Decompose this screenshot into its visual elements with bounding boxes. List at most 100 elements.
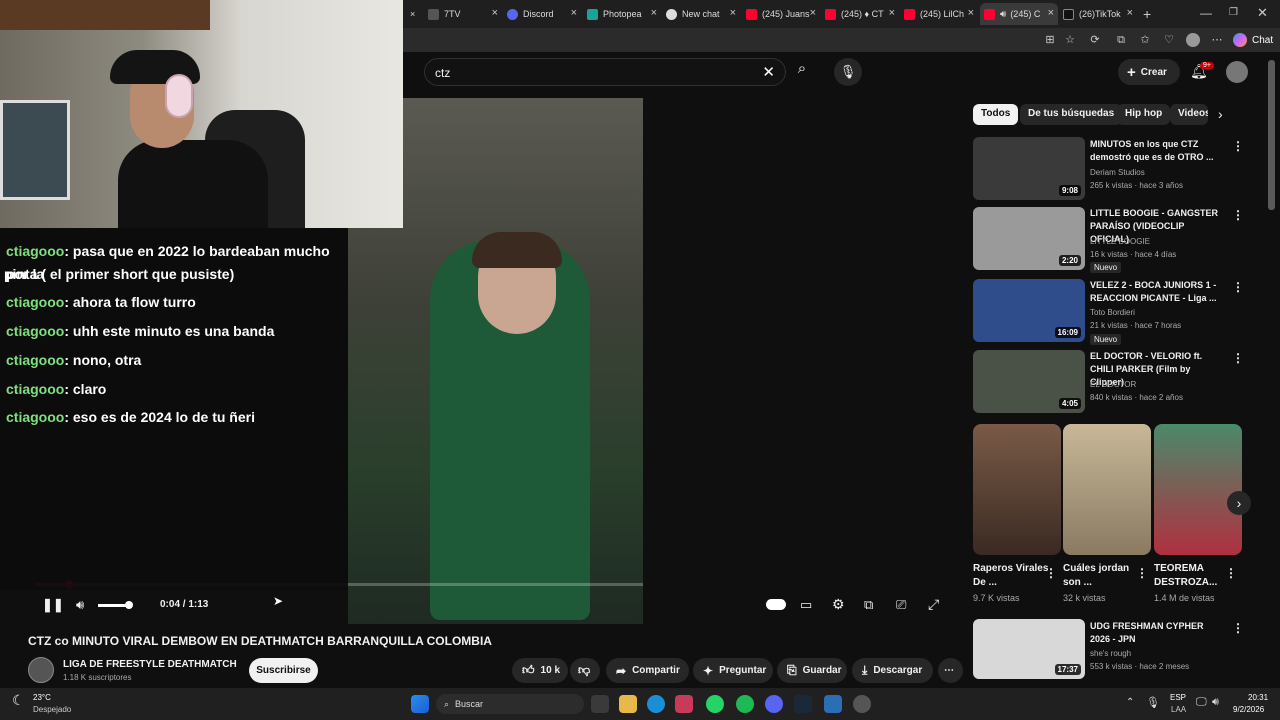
more-vert-icon[interactable]: ⋮ [1136, 566, 1148, 580]
close-icon[interactable]: × [810, 7, 816, 19]
edge-browser-icon[interactable] [647, 695, 665, 713]
chip-todos[interactable]: Todos [973, 104, 1019, 125]
fullscreen-icon[interactable]: ⤢ [928, 596, 939, 613]
maximize-icon[interactable]: ❐ [1229, 7, 1238, 18]
tab-tiktok[interactable]: (26)TikTok × [1059, 3, 1137, 25]
close-icon[interactable]: × [571, 7, 577, 19]
copilot-chat-button[interactable]: Chat [1233, 32, 1273, 48]
share-button[interactable]: ➦ Compartir [606, 658, 689, 683]
minimize-icon[interactable]: — [1200, 6, 1212, 20]
more-vert-icon[interactable]: ⋮ [1232, 621, 1244, 635]
refresh-icon[interactable]: ⟳ [1088, 33, 1102, 47]
chip-videos[interactable]: Videos [1170, 104, 1208, 125]
extensions-icon[interactable]: ⧉ [1114, 33, 1128, 47]
clock-date[interactable]: 9/2/2026 [1233, 705, 1264, 714]
network-icon[interactable]: 🖵︎ [1196, 696, 1207, 709]
account-avatar[interactable] [1226, 61, 1248, 83]
download-button[interactable]: ⤓ Descargar [852, 658, 933, 683]
miniplayer-icon[interactable]: ⧉ [864, 597, 873, 613]
short-thumbnail[interactable] [1063, 424, 1151, 555]
close-icon[interactable]: × [1127, 7, 1133, 19]
cast-icon[interactable]: ⎚ [896, 597, 906, 613]
volume-knob[interactable] [125, 601, 133, 609]
short-title[interactable]: Cuáles jordan son ... [1063, 562, 1139, 590]
close-icon[interactable]: × [730, 7, 736, 19]
tab-discord[interactable]: Discord × [503, 3, 581, 25]
short-thumbnail[interactable] [973, 424, 1061, 555]
task-view-icon[interactable] [591, 695, 609, 713]
profile-avatar[interactable] [1186, 33, 1200, 47]
volume-tray-icon[interactable]: 🔊︎ [1212, 696, 1219, 709]
ask-button[interactable]: ✦ Preguntar [693, 658, 773, 683]
rec-thumbnail[interactable]: 17:37 [973, 619, 1085, 679]
tray-chevron-up-icon[interactable]: ⌃ [1126, 697, 1134, 708]
obs-icon[interactable] [853, 695, 871, 713]
weather-icon[interactable]: ☾ [12, 692, 25, 709]
close-window-icon[interactable]: ✕ [1257, 5, 1268, 21]
rec-title[interactable]: VELEZ 2 - BOCA JUNIORS 1 - REACCION PICA… [1090, 279, 1222, 305]
rec-title[interactable]: UDG FRESHMAN CYPHER 2026 - JPN [1090, 620, 1222, 646]
search-icon[interactable]: ⌕ [789, 60, 815, 84]
more-actions-button[interactable]: ⋯ [938, 658, 963, 683]
install-app-icon[interactable]: ⊞ [1043, 33, 1057, 47]
shorts-next-chevron-icon[interactable]: › [1227, 491, 1251, 515]
rec-thumbnail[interactable]: 4:05 [973, 350, 1085, 413]
short-title[interactable]: TEOREMA DESTROZA... [1154, 562, 1230, 590]
tab-new-chat[interactable]: New chat × [662, 3, 740, 25]
volume-icon[interactable]: 🔊︎ [76, 597, 84, 613]
tab-youtube-2[interactable]: (245) ♦ CT × [821, 3, 899, 25]
tab-overflow-icon[interactable]: × [406, 3, 415, 25]
close-icon[interactable]: × [492, 7, 498, 19]
more-vert-icon[interactable]: ⋮ [1045, 566, 1057, 580]
weather-temp[interactable]: 23°C [33, 693, 51, 702]
dislike-button[interactable]: 👎︎ [570, 658, 600, 683]
rec-channel[interactable]: EL DOCTOR [1090, 378, 1136, 391]
whatsapp-icon[interactable] [706, 695, 724, 713]
tab-youtube-1[interactable]: (245) Juans × [742, 3, 820, 25]
language-indicator[interactable]: ESP [1170, 693, 1186, 702]
rec-thumbnail[interactable]: 9:08 [973, 137, 1085, 200]
short-title[interactable]: Raperos Virales De ... [973, 562, 1049, 590]
rec-channel[interactable]: Toto Bordieri [1090, 306, 1135, 319]
windows-start-icon[interactable] [411, 695, 429, 713]
more-vert-icon[interactable]: ⋮ [1232, 351, 1244, 365]
subscribe-button[interactable]: Suscribirse [249, 658, 318, 683]
store-icon[interactable] [675, 695, 693, 713]
discord-taskbar-icon[interactable] [765, 695, 783, 713]
create-button[interactable]: + Crear [1118, 59, 1180, 85]
file-explorer-icon[interactable] [619, 695, 637, 713]
heart-icon[interactable]: ♡ [1162, 33, 1176, 47]
vegas-icon[interactable] [824, 695, 842, 713]
close-icon[interactable]: × [1048, 7, 1054, 19]
settings-gear-icon[interactable]: ⚙ [832, 596, 845, 613]
like-button[interactable]: 👍︎ 10 k [512, 658, 568, 683]
mic-tray-icon[interactable]: 🎙︎ [1146, 696, 1160, 709]
rec-title[interactable]: MINUTOS en los que CTZ demostró que es d… [1090, 138, 1222, 164]
tab-7tv[interactable]: 7TV × [424, 3, 502, 25]
tab-photopea[interactable]: Photopea × [583, 3, 661, 25]
more-vert-icon[interactable]: ⋮ [1232, 208, 1244, 222]
more-vert-icon[interactable]: ⋮ [1225, 566, 1237, 580]
speaker-icon[interactable]: 🔊︎ [1000, 9, 1006, 20]
subtitles-icon[interactable]: ▭ [800, 597, 812, 613]
close-icon[interactable]: × [968, 7, 974, 19]
tab-youtube-active[interactable]: 🔊︎ (245) C × [980, 3, 1058, 25]
short-thumbnail[interactable] [1154, 424, 1242, 555]
rec-thumbnail[interactable]: 2:20 [973, 207, 1085, 270]
microphone-icon[interactable]: 🎙︎ [834, 58, 862, 86]
steam-icon[interactable] [794, 695, 812, 713]
spotify-icon[interactable] [736, 695, 754, 713]
rec-channel[interactable]: she's rough [1090, 647, 1131, 660]
search-input[interactable]: ctz ✕ [424, 58, 786, 86]
close-icon[interactable]: × [889, 7, 895, 19]
rec-channel[interactable]: LITTLE BOOGIE [1090, 235, 1150, 248]
channel-name[interactable]: LIGA DE FREESTYLE DEATHMATCH [63, 659, 237, 670]
rec-thumbnail[interactable]: 16:09 [973, 279, 1085, 342]
taskbar-search-input[interactable]: ⌕ Buscar [436, 694, 584, 714]
favorites-icon[interactable]: ✩ [1138, 33, 1152, 47]
more-vert-icon[interactable]: ⋮ [1232, 139, 1244, 153]
save-button[interactable]: ⎘ Guardar [777, 658, 847, 683]
tab-youtube-3[interactable]: (245) LilCh × [900, 3, 978, 25]
more-options-icon[interactable]: ⋯ [1210, 33, 1224, 47]
chevron-right-icon[interactable]: › [1218, 106, 1223, 122]
